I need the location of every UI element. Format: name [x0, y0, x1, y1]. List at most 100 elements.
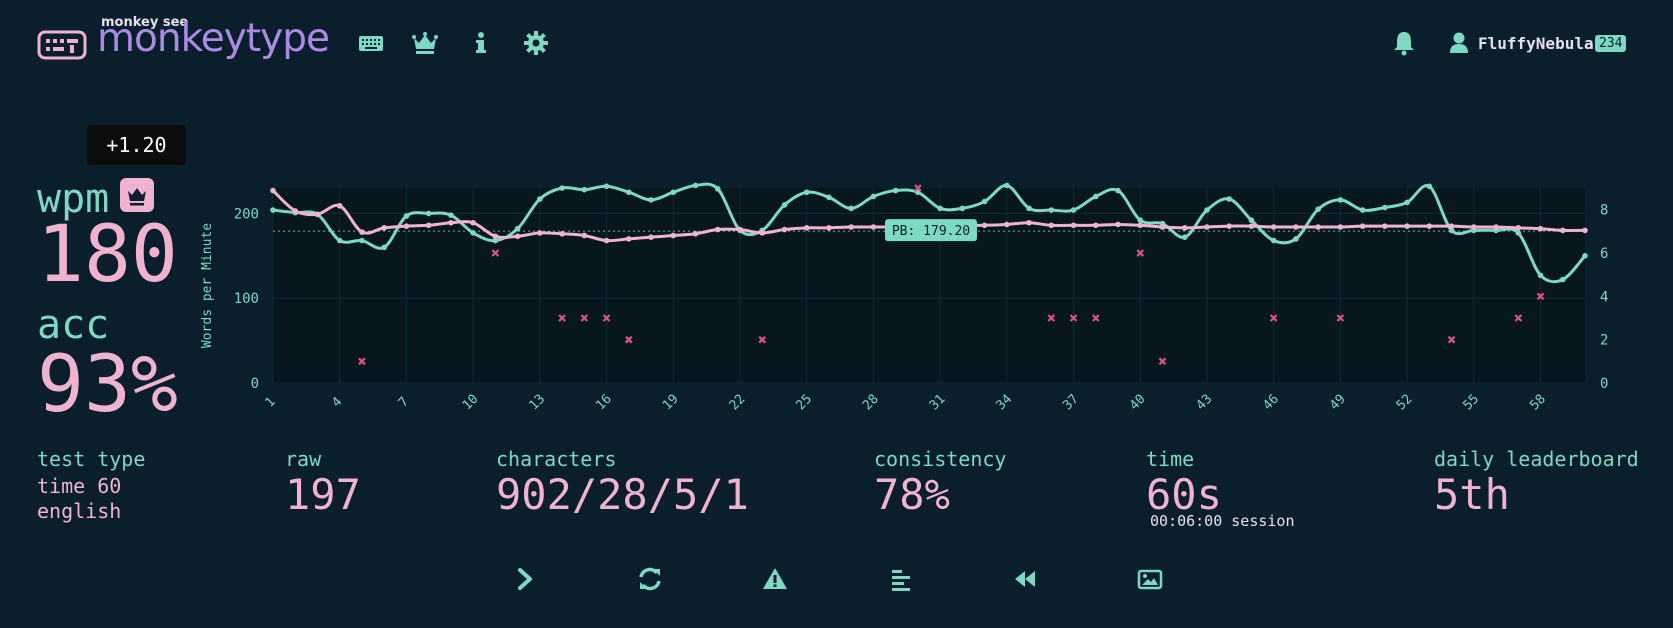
- word-history-icon[interactable]: [888, 566, 914, 592]
- raw-wpm-point: [781, 202, 788, 208]
- wpm-value: 180: [37, 210, 178, 300]
- wpm-point: [448, 219, 454, 226]
- wpm-point: [1471, 224, 1477, 230]
- account-username[interactable]: FluffyNebula: [1478, 34, 1594, 53]
- raw-wpm-point: [537, 196, 543, 202]
- wpm-point: [625, 236, 632, 242]
- raw-wpm-point: [937, 205, 943, 212]
- wpm-point: [1048, 222, 1055, 229]
- wpm-point: [870, 224, 877, 230]
- wpm-point: [1537, 225, 1544, 232]
- raw-wpm-point: [1337, 197, 1344, 203]
- raw-wpm-point: [648, 197, 654, 203]
- test-type-language: english: [37, 499, 122, 523]
- raw-wpm-point: [1004, 182, 1010, 189]
- wpm-point: [1293, 224, 1299, 230]
- x-tick-label: 40: [1127, 392, 1149, 414]
- wpm-point: [581, 232, 588, 239]
- raw-wpm-point: [425, 210, 432, 217]
- wpm-point: [292, 208, 299, 214]
- session-time: 00:06:00 session: [1150, 512, 1295, 530]
- screenshot-icon[interactable]: [1137, 566, 1163, 592]
- pb-delta-tooltip: +1.20: [87, 125, 186, 165]
- raw-wpm-point: [692, 182, 699, 189]
- wpm-point: [1137, 222, 1144, 229]
- raw-wpm-point: [870, 193, 877, 200]
- report-icon[interactable]: [762, 566, 788, 592]
- raw-wpm-point: [403, 213, 410, 219]
- info-icon[interactable]: [468, 30, 494, 56]
- raw-wpm-point: [1270, 237, 1277, 244]
- raw-wpm-point: [625, 189, 632, 196]
- gear-icon[interactable]: [523, 30, 549, 56]
- raw-wpm-point: [959, 205, 966, 212]
- raw-wpm-point: [470, 230, 476, 236]
- y-tick-label: 0: [251, 376, 259, 392]
- raw-wpm-point: [1359, 207, 1366, 213]
- raw-wpm-point: [1582, 253, 1588, 259]
- wpm-point: [692, 230, 699, 237]
- raw-wpm-point: [714, 186, 721, 192]
- y2-tick-label: 6: [1600, 246, 1608, 262]
- test-type-label: test type: [37, 447, 146, 471]
- wpm-point: [336, 203, 343, 209]
- restart-icon[interactable]: [637, 566, 663, 592]
- daily-leaderboard-label: daily leaderboard: [1434, 447, 1639, 471]
- wpm-point: [1582, 227, 1588, 234]
- x-tick-label: 49: [1327, 392, 1349, 414]
- wpm-point: [1493, 224, 1499, 230]
- wpm-point: [848, 224, 854, 230]
- logo-keyboard-icon[interactable]: [37, 30, 87, 60]
- raw-wpm-point: [359, 237, 365, 244]
- wpm-point: [603, 237, 610, 244]
- keyboard-icon[interactable]: [358, 30, 384, 56]
- raw-wpm-point: [1248, 217, 1255, 224]
- bell-icon[interactable]: [1392, 30, 1416, 56]
- logo-text[interactable]: monkeytype: [97, 16, 330, 61]
- user-icon[interactable]: [1449, 32, 1469, 54]
- wpm-point: [1559, 227, 1566, 234]
- replay-icon[interactable]: [1012, 566, 1038, 592]
- wpm-point: [648, 234, 654, 240]
- raw-wpm-point: [1026, 205, 1032, 212]
- raw-wpm-point: [826, 194, 832, 201]
- raw-wpm-point: [1515, 230, 1522, 236]
- raw-value: 197: [285, 470, 361, 519]
- wpm-point: [559, 230, 565, 237]
- x-tick-label: 10: [460, 392, 482, 414]
- raw-wpm-point: [670, 189, 677, 196]
- y-tick-label: 200: [234, 206, 259, 222]
- wpm-point: [1026, 219, 1032, 226]
- wpm-point: [1270, 224, 1277, 230]
- wpm-point: [1204, 224, 1210, 230]
- wpm-point: [826, 225, 832, 231]
- wpm-point: [381, 225, 387, 231]
- wpm-point: [1159, 224, 1166, 230]
- acc-value: 93%: [37, 340, 178, 430]
- wpm-point: [1092, 222, 1099, 229]
- raw-wpm-point: [892, 187, 899, 194]
- raw-wpm-point: [1293, 236, 1299, 242]
- raw-wpm-point: [1115, 187, 1121, 194]
- next-test-icon[interactable]: [512, 566, 538, 592]
- wpm-point: [492, 233, 499, 240]
- wpm-point: [1115, 221, 1121, 228]
- x-tick-label: 16: [593, 392, 615, 414]
- wpm-point: [314, 211, 321, 218]
- raw-wpm-point: [848, 205, 854, 212]
- x-tick-label: 58: [1527, 392, 1549, 414]
- raw-wpm-point: [581, 186, 588, 193]
- wpm-chart: 0100200024681 4 7 10 13 16 19 22 25 28 31 34 37 40 43 4…: [200, 182, 1608, 414]
- y2-tick-label: 8: [1600, 203, 1608, 219]
- pb-crown-icon: [120, 178, 154, 212]
- wpm-point: [737, 226, 743, 233]
- raw-wpm-point: [1204, 207, 1210, 213]
- x-tick-label: 28: [860, 392, 882, 414]
- x-tick-label: 34: [994, 392, 1016, 414]
- wpm-point: [514, 233, 521, 240]
- x-tick-label: 43: [1194, 392, 1216, 414]
- crown-icon[interactable]: [412, 30, 438, 56]
- y2-tick-label: 4: [1600, 289, 1608, 305]
- wpm-point: [714, 226, 721, 233]
- y-tick-label: 100: [234, 291, 259, 307]
